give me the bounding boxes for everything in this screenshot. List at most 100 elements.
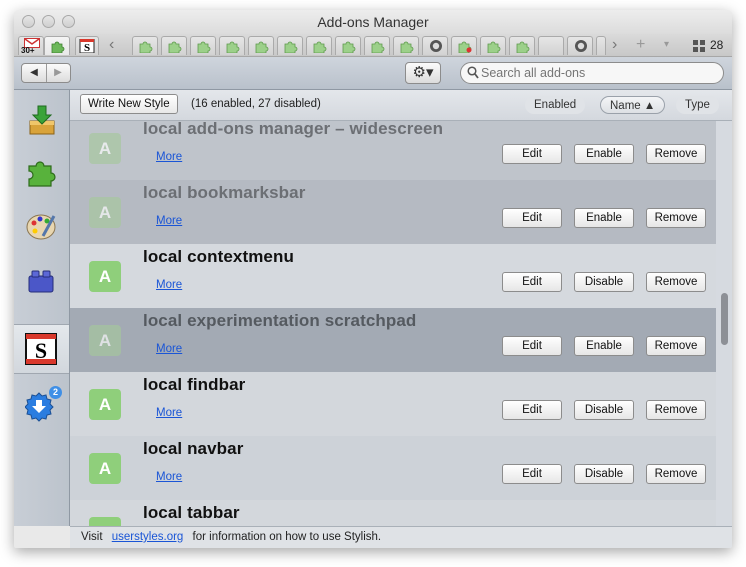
style-row[interactable]: A local experimentation scratchpad More …: [70, 308, 716, 372]
more-link[interactable]: More: [156, 279, 182, 291]
category-get-addons[interactable]: [14, 94, 69, 144]
lego-brick-icon: [28, 270, 54, 293]
updates-badge: 2: [49, 386, 62, 399]
stylish-icon: S: [79, 39, 95, 53]
tools-menu-button[interactable]: ⚙▾: [405, 62, 441, 84]
remove-button[interactable]: Remove: [646, 144, 706, 164]
remove-button[interactable]: Remove: [646, 400, 706, 420]
puzzle-icon: [516, 41, 530, 53]
toggle-button[interactable]: Disable: [574, 400, 634, 420]
back-button[interactable]: ◀: [22, 64, 47, 82]
puzzle-icon: [139, 41, 153, 53]
footer-visit-text: Visit: [81, 531, 103, 543]
style-row[interactable]: A local contextmenu More Edit Disable Re…: [70, 244, 716, 308]
download-box-icon: [29, 105, 55, 135]
tab-extension-2[interactable]: [161, 36, 187, 55]
tab-blank[interactable]: [538, 36, 564, 55]
style-row[interactable]: A local bookmarksbar More Edit Enable Re…: [70, 180, 716, 244]
tab-extension-7[interactable]: [306, 36, 332, 55]
list-scrollbar[interactable]: [716, 121, 732, 526]
tab-extension-10[interactable]: [393, 36, 419, 55]
more-link[interactable]: More: [156, 471, 182, 483]
toggle-button[interactable]: Enable: [574, 208, 634, 228]
tab-extension-8[interactable]: [335, 36, 361, 55]
sort-name-button[interactable]: Name ▲: [600, 96, 666, 114]
tab-extension-9[interactable]: [364, 36, 390, 55]
tab-extension-3[interactable]: [190, 36, 216, 55]
tab-addons[interactable]: [44, 36, 70, 55]
style-name: local experimentation scratchpad: [143, 311, 417, 330]
sort-type-button[interactable]: Type: [676, 96, 719, 114]
all-tabs-dropdown[interactable]: ▾: [664, 39, 669, 50]
edit-button[interactable]: Edit: [502, 272, 562, 292]
tab-extension-5[interactable]: [248, 36, 274, 55]
tab-extension-13[interactable]: [509, 36, 535, 55]
category-user-styles[interactable]: S: [14, 324, 69, 374]
style-icon: A: [89, 197, 121, 228]
tab-grid-icon[interactable]: [693, 40, 705, 52]
edit-button[interactable]: Edit: [502, 464, 562, 484]
puzzle-icon: [28, 161, 56, 187]
category-plugins[interactable]: [14, 256, 69, 306]
puzzle-icon: [487, 41, 501, 53]
toggle-button[interactable]: Disable: [574, 272, 634, 292]
tab-extension-1[interactable]: [132, 36, 158, 55]
more-link[interactable]: More: [156, 343, 182, 355]
write-new-style-button[interactable]: Write New Style: [80, 94, 178, 114]
remove-button[interactable]: Remove: [646, 272, 706, 292]
gmail-badge: 30+: [21, 46, 35, 55]
addons-toolbar: ◀ ▶ ⚙▾: [14, 57, 732, 90]
category-extensions[interactable]: [14, 148, 69, 198]
footer-info-text: for information on how to use Stylish.: [192, 531, 382, 543]
tab-scroll-right-button[interactable]: ›: [612, 36, 617, 54]
more-link[interactable]: More: [156, 407, 182, 419]
toggle-button[interactable]: Enable: [574, 336, 634, 356]
style-row[interactable]: A local findbar More Edit Disable Remove: [70, 372, 716, 436]
style-name: local navbar: [143, 439, 244, 458]
userstyles-link[interactable]: userstyles.org: [112, 531, 184, 543]
tab-bar: 30+ S ‹ › + ▾ 28: [14, 34, 732, 57]
style-name: local add-ons manager – widescreen: [143, 121, 444, 138]
tab-extension-11[interactable]: [451, 36, 477, 55]
tab-extension-12[interactable]: [480, 36, 506, 55]
category-appearance[interactable]: [14, 202, 69, 252]
style-row[interactable]: A local tabbar: [70, 500, 716, 526]
tab-stylish[interactable]: S: [75, 36, 99, 55]
puzzle-icon: [313, 41, 327, 53]
more-link[interactable]: More: [156, 151, 182, 163]
svg-text:S: S: [35, 338, 47, 363]
scrollbar-thumb[interactable]: [721, 293, 728, 345]
remove-button[interactable]: Remove: [646, 336, 706, 356]
svg-text:S: S: [84, 42, 90, 53]
edit-button[interactable]: Edit: [502, 400, 562, 420]
toggle-button[interactable]: Disable: [574, 464, 634, 484]
edit-button[interactable]: Edit: [502, 208, 562, 228]
more-link[interactable]: More: [156, 215, 182, 227]
tab-scroll-left-button[interactable]: ‹: [109, 36, 114, 54]
edit-button[interactable]: Edit: [502, 144, 562, 164]
style-name: local findbar: [143, 375, 246, 394]
tab-github-2[interactable]: [567, 36, 593, 55]
new-tab-button[interactable]: +: [636, 36, 645, 54]
style-row[interactable]: A local navbar More Edit Disable Remove: [70, 436, 716, 500]
forward-button[interactable]: ▶: [46, 64, 70, 82]
puzzle-icon: [255, 41, 269, 53]
category-updates[interactable]: 2: [14, 384, 69, 434]
style-row[interactable]: A local add-ons manager – widescreen Mor…: [70, 121, 716, 180]
puzzle-icon: [342, 41, 356, 53]
tab-gmail[interactable]: 30+: [18, 36, 44, 55]
puzzle-icon: [51, 41, 65, 53]
tab-extension-6[interactable]: [277, 36, 303, 55]
style-count: (16 enabled, 27 disabled): [191, 98, 321, 110]
search-input[interactable]: [481, 65, 717, 81]
tab-extension-4[interactable]: [219, 36, 245, 55]
remove-button[interactable]: Remove: [646, 208, 706, 228]
tab-github-1[interactable]: [422, 36, 448, 55]
edit-button[interactable]: Edit: [502, 336, 562, 356]
toggle-button[interactable]: Enable: [574, 144, 634, 164]
style-name: local bookmarksbar: [143, 183, 306, 202]
tab-partial[interactable]: [596, 36, 606, 55]
remove-button[interactable]: Remove: [646, 464, 706, 484]
puzzle-icon: [458, 41, 472, 53]
sort-enabled-button[interactable]: Enabled: [525, 96, 586, 114]
